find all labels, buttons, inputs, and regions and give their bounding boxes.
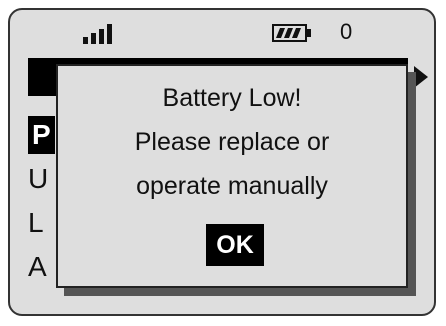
menu-item[interactable]: A	[28, 248, 47, 286]
menu-item[interactable]: U	[28, 160, 48, 198]
device-screen: 0 P U L A Battery Low! Please replace or…	[8, 8, 436, 316]
triangle-right-icon	[414, 66, 428, 88]
ok-button[interactable]: OK	[206, 224, 264, 266]
status-bar: 0	[10, 10, 434, 54]
menu-item[interactable]: P	[28, 116, 55, 154]
battery-alert-dialog: Battery Low! Please replace or operate m…	[56, 64, 408, 288]
signal-bars-icon	[83, 24, 112, 44]
dialog-message-line: operate manually	[136, 172, 328, 200]
dialog-title: Battery Low!	[162, 84, 302, 112]
menu-item[interactable]: L	[28, 204, 44, 242]
dialog-message-line: Please replace or	[134, 128, 330, 156]
battery-low-icon	[272, 24, 311, 42]
status-count: 0	[340, 19, 353, 44]
